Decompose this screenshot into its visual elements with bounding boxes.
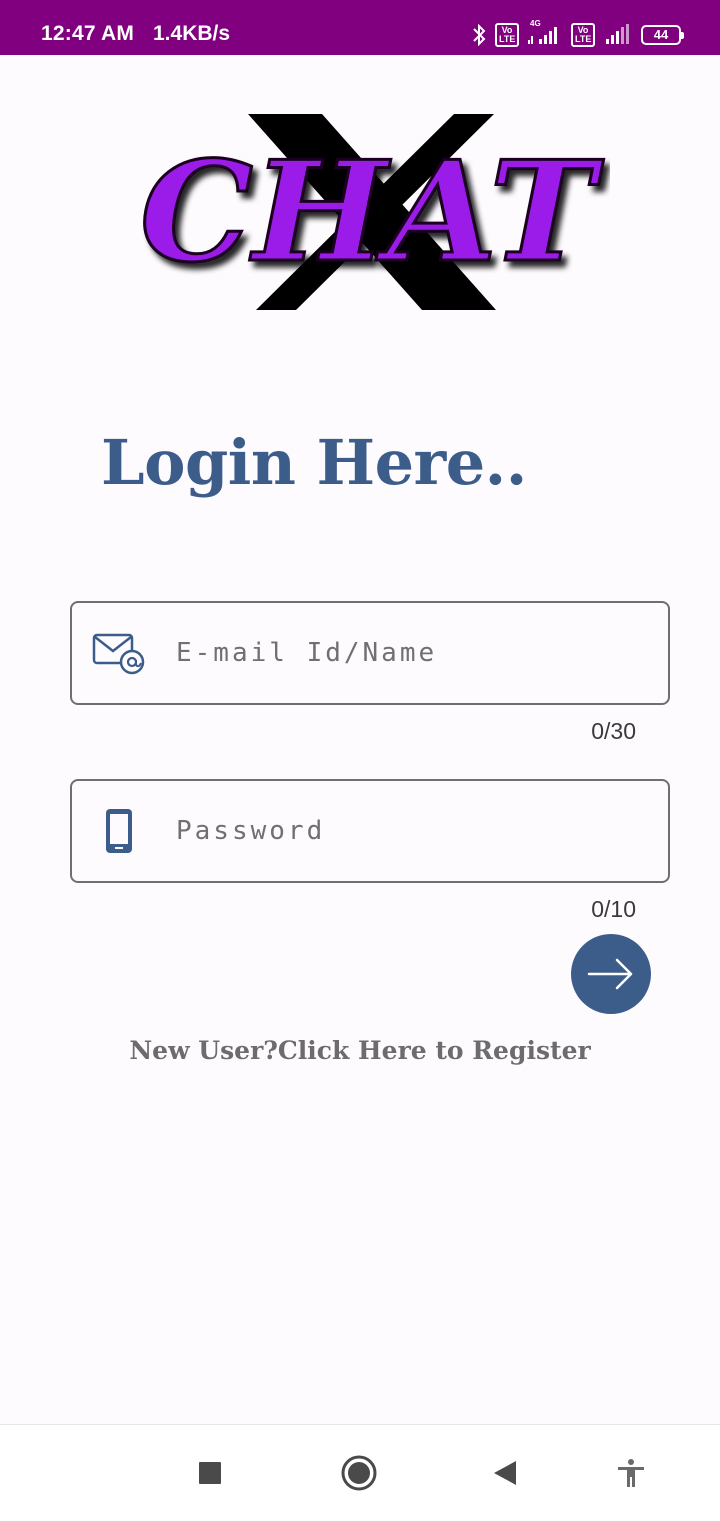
status-bar: 12:47 AM 1.4KB/s Vo LTE 4G Vo LTE 44 [0, 0, 720, 55]
signal-icon-2 [606, 24, 629, 44]
email-icon [92, 633, 145, 675]
email-field[interactable] [70, 601, 670, 705]
recents-button[interactable] [170, 1425, 250, 1521]
network-speed: 1.4KB/s [153, 22, 231, 45]
home-circle-icon [341, 1455, 377, 1491]
battery-icon: 44 [641, 25, 684, 45]
accessibility-icon [618, 1459, 644, 1487]
back-button[interactable] [465, 1425, 545, 1521]
home-button[interactable] [319, 1425, 399, 1521]
navigation-bar [0, 1424, 720, 1521]
status-icons: Vo LTE 4G Vo LTE 44 [472, 19, 684, 50]
arrow-right-icon [587, 958, 633, 990]
accessibility-button[interactable] [591, 1425, 671, 1521]
email-char-counter: 0/30 [591, 718, 636, 744]
password-char-counter: 0/10 [591, 896, 636, 922]
email-input[interactable] [176, 625, 646, 681]
battery-level: 44 [641, 25, 681, 45]
register-link[interactable]: New User?Click Here to Register [0, 1036, 720, 1065]
logo-text: CHAT [140, 130, 605, 293]
login-submit-button[interactable] [571, 934, 651, 1014]
app-logo: CHAT [139, 114, 606, 310]
network-type-label: 4G [530, 19, 541, 28]
volte-icon: Vo LTE [495, 23, 519, 47]
signal-icon: 4G [528, 19, 562, 46]
recents-square-icon [199, 1462, 221, 1484]
phone-icon [106, 809, 132, 853]
login-title: Login Here.. [101, 426, 527, 499]
password-field[interactable] [70, 779, 670, 883]
back-triangle-icon [494, 1461, 516, 1485]
bluetooth-icon [473, 23, 486, 47]
status-time: 12:47 AM [41, 22, 135, 45]
password-input[interactable] [176, 803, 646, 859]
volte-icon-2: Vo LTE [571, 23, 595, 47]
